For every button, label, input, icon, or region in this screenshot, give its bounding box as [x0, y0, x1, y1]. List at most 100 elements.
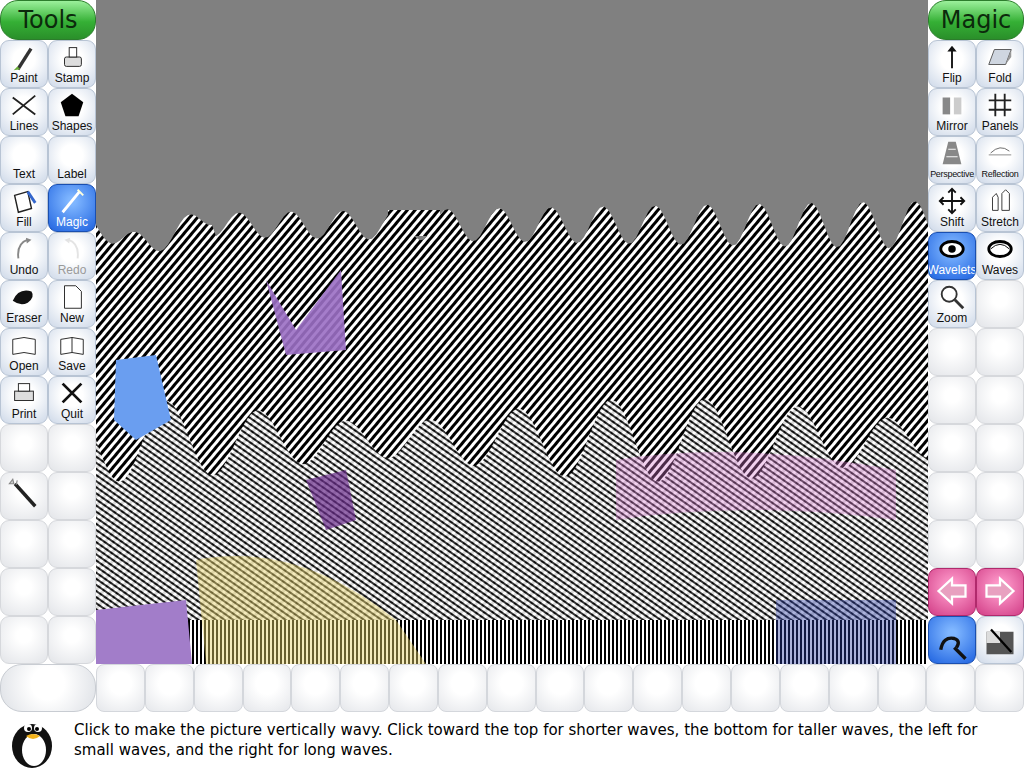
magic-tool-icon — [985, 90, 1015, 120]
magic-tool-icon — [985, 234, 1015, 264]
tool-icon — [57, 42, 87, 72]
tools-title: Tools — [0, 0, 96, 40]
color-swatch[interactable] — [731, 664, 780, 712]
color-swatch[interactable] — [243, 664, 292, 712]
color-swatch[interactable] — [389, 664, 438, 712]
magic-tool-button[interactable]: Panels — [976, 88, 1024, 136]
tool-icon — [9, 42, 39, 72]
next-page-button[interactable] — [976, 568, 1024, 616]
tool-icon — [57, 90, 87, 120]
empty-slot — [976, 376, 1024, 424]
tux-penguin-icon — [4, 712, 60, 768]
magic-tool-icon — [985, 186, 1015, 216]
magic-tool-button[interactable]: Fold — [976, 40, 1024, 88]
current-color[interactable] — [0, 664, 96, 712]
empty-slot — [976, 328, 1024, 376]
magic-mode-button[interactable] — [976, 616, 1024, 664]
paint-mode-icon — [934, 625, 970, 661]
magic-tool-button[interactable]: Perspective — [928, 136, 976, 184]
tool-button[interactable]: Save — [48, 328, 96, 376]
tool-button[interactable]: Stamp — [48, 40, 96, 88]
tool-icon — [9, 186, 39, 216]
tool-button[interactable]: Undo — [0, 232, 48, 280]
empty-slot — [928, 376, 976, 424]
tool-icon — [9, 330, 39, 360]
tool-button[interactable]: Text — [0, 136, 48, 184]
color-swatch[interactable] — [291, 664, 340, 712]
previous-page-button[interactable] — [928, 568, 976, 616]
color-swatch[interactable] — [878, 664, 927, 712]
brush-slot[interactable] — [48, 424, 96, 472]
empty-slot — [928, 424, 976, 472]
color-swatch[interactable] — [926, 664, 975, 712]
instruction-bar: Click to make the picture vertically wav… — [0, 712, 1024, 768]
color-swatch[interactable] — [145, 664, 194, 712]
brush-slot[interactable] — [48, 472, 96, 520]
magic-tool-button[interactable]: Mirror — [928, 88, 976, 136]
tool-button[interactable]: Redo — [48, 232, 96, 280]
magic-panel: MagicFlipFoldMirrorPanelsPerspectiveRefl… — [928, 0, 1024, 664]
color-swatch[interactable] — [194, 664, 243, 712]
empty-slot — [928, 328, 976, 376]
tool-button[interactable]: Magic — [48, 184, 96, 232]
brush-slot[interactable] — [0, 616, 48, 664]
brush-slot[interactable] — [48, 616, 96, 664]
right-arrow-icon — [982, 573, 1018, 609]
color-swatch[interactable] — [536, 664, 585, 712]
tool-icon — [9, 378, 39, 408]
left-arrow-icon — [934, 573, 970, 609]
color-swatch[interactable] — [584, 664, 633, 712]
brush-slot[interactable] — [48, 520, 96, 568]
tool-icon — [9, 234, 39, 264]
tool-button[interactable]: New — [48, 280, 96, 328]
color-swatch[interactable] — [780, 664, 829, 712]
brush-slot[interactable] — [0, 424, 48, 472]
brush-slot[interactable] — [0, 568, 48, 616]
color-swatch[interactable] — [829, 664, 878, 712]
color-swatch[interactable] — [438, 664, 487, 712]
magic-tool-icon — [937, 90, 967, 120]
tool-button[interactable]: Open — [0, 328, 48, 376]
brush-slot[interactable] — [48, 568, 96, 616]
tools-panel: ToolsPaintStampLinesShapesTextLabelFillM… — [0, 0, 96, 664]
magic-tool-button[interactable]: Flip — [928, 40, 976, 88]
magic-tool-button[interactable]: Waves — [976, 232, 1024, 280]
tool-button[interactable]: Paint — [0, 40, 48, 88]
tool-button[interactable]: Lines — [0, 88, 48, 136]
magic-tool-button[interactable]: Zoom — [928, 280, 976, 328]
color-swatch[interactable] — [340, 664, 389, 712]
tool-icon — [57, 330, 87, 360]
magic-tool-button[interactable]: Shift — [928, 184, 976, 232]
tool-icon — [9, 282, 39, 312]
empty-slot — [976, 520, 1024, 568]
color-swatch[interactable] — [633, 664, 682, 712]
magic-tool-button[interactable]: Reflection — [976, 136, 1024, 184]
brush-slot[interactable] — [0, 520, 48, 568]
tool-button[interactable]: Fill — [0, 184, 48, 232]
tool-button[interactable]: Label — [48, 136, 96, 184]
magic-tool-icon — [937, 186, 967, 216]
tool-icon — [9, 90, 39, 120]
empty-slot — [928, 520, 976, 568]
magic-tool-icon — [937, 282, 967, 312]
tool-button[interactable]: Print — [0, 376, 48, 424]
tool-button[interactable]: Quit — [48, 376, 96, 424]
fullscreen-mode-icon — [982, 625, 1018, 661]
empty-slot — [976, 280, 1024, 328]
magic-tool-button[interactable]: Stretch — [976, 184, 1024, 232]
tool-icon — [57, 282, 87, 312]
brush-slot[interactable] — [0, 472, 48, 520]
magic-mode-button[interactable] — [928, 616, 976, 664]
magic-wand-icon — [6, 477, 42, 513]
magic-title: Magic — [928, 0, 1024, 40]
magic-tool-button[interactable]: Wavelets — [928, 232, 976, 280]
color-swatch[interactable] — [96, 664, 145, 712]
color-swatch[interactable] — [682, 664, 731, 712]
color-swatch[interactable] — [975, 664, 1024, 712]
tool-button[interactable]: Shapes — [48, 88, 96, 136]
drawing-canvas[interactable] — [96, 0, 928, 664]
magic-tool-icon — [985, 42, 1015, 72]
canvas-picture — [96, 0, 928, 664]
color-swatch[interactable] — [487, 664, 536, 712]
tool-button[interactable]: Eraser — [0, 280, 48, 328]
